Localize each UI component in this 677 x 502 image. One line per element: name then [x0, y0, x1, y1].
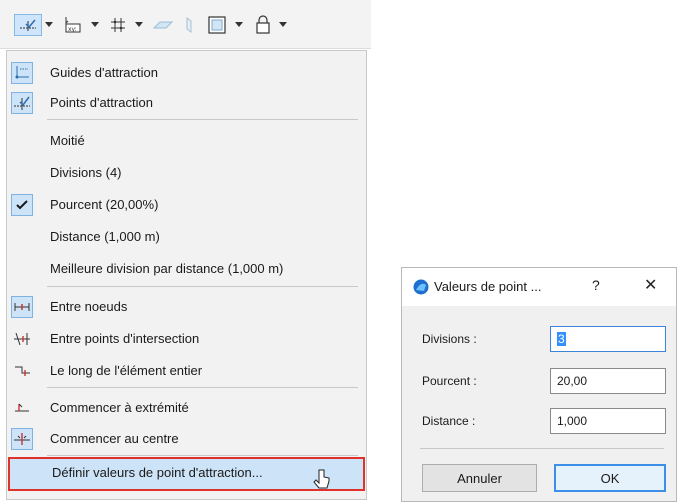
checkmark-icon: [11, 194, 33, 216]
menu-item-label: Commencer à extrémité: [50, 400, 189, 415]
menu-item-label: Entre noeuds: [50, 299, 128, 314]
menu-item-between-nodes[interactable]: Entre noeuds: [8, 291, 365, 323]
menu-item-distance[interactable]: Distance (1,000 m): [8, 221, 365, 253]
menu-separator: [47, 387, 358, 388]
dialog-title: Valeurs de point ...: [434, 279, 542, 294]
snap-values-dialog: Valeurs de point ... ? ✕ Divisions : 3 P…: [401, 267, 677, 502]
menu-item-along-element[interactable]: Le long de l'élément entier: [8, 355, 365, 387]
menu-item-label: Le long de l'élément entier: [50, 363, 203, 378]
dropdown-arrow-icon[interactable]: [277, 14, 289, 36]
snap-points-icon: [11, 92, 33, 114]
dialog-separator: [420, 448, 664, 449]
menu-item-start-center[interactable]: Commencer au centre: [8, 423, 365, 455]
percent-field[interactable]: 20,00: [550, 368, 666, 394]
menu-item-between-intersections[interactable]: Entre points d'intersection: [8, 323, 365, 355]
snap-points-menu: Guides d'attraction Points d'attraction …: [6, 50, 367, 500]
help-button[interactable]: ?: [592, 277, 600, 293]
ok-button[interactable]: OK: [554, 464, 666, 492]
between-nodes-icon: [11, 296, 33, 318]
menu-separator: [47, 286, 358, 287]
cancel-button[interactable]: Annuler: [422, 464, 537, 492]
close-button[interactable]: ✕: [644, 275, 657, 295]
menu-separator: [47, 455, 358, 456]
menu-item-label: Commencer au centre: [50, 431, 179, 446]
dropdown-arrow-icon[interactable]: [233, 14, 245, 36]
edge-icon[interactable]: [181, 14, 197, 36]
app-icon: [413, 279, 429, 295]
menu-item-label: Points d'attraction: [50, 95, 153, 110]
dropdown-arrow-icon[interactable]: [43, 14, 55, 36]
snap-points-icon[interactable]: [14, 14, 42, 36]
menu-item-label: Guides d'attraction: [50, 65, 158, 80]
menu-item-start-end[interactable]: Commencer à extrémité: [8, 392, 365, 424]
menu-item-best-division[interactable]: Meilleure division par distance (1,000 m…: [8, 253, 365, 285]
distance-field[interactable]: 1,000: [550, 408, 666, 434]
along-element-icon: [11, 360, 33, 382]
intersection-icon: [11, 328, 33, 350]
rectangle-icon[interactable]: [205, 14, 229, 36]
mouse-cursor-icon: [313, 469, 330, 489]
menu-item-label: Pourcent (20,00%): [50, 197, 159, 212]
menu-item-label: Définir valeurs de point d'attraction...: [52, 465, 263, 480]
field-value: 20,00: [557, 374, 588, 388]
menu-item-label: Moitié: [50, 133, 85, 148]
menu-item-label: Entre points d'intersection: [50, 331, 200, 346]
divisions-field[interactable]: 3: [550, 326, 666, 352]
menu-item-label: Meilleure division par distance (1,000 m…: [50, 261, 284, 276]
start-end-icon: [11, 397, 33, 419]
menu-separator: [47, 119, 358, 120]
menu-item-percent[interactable]: Pourcent (20,00%): [8, 189, 365, 221]
field-value: 3: [557, 332, 566, 346]
menu-item-half[interactable]: Moitié: [8, 125, 365, 157]
dropdown-arrow-icon[interactable]: [133, 14, 145, 36]
coordinate-input-icon[interactable]: xy:: [60, 14, 86, 36]
field-value: 1,000: [557, 414, 588, 428]
menu-item-define-snap-values[interactable]: Définir valeurs de point d'attraction...: [8, 457, 365, 491]
dialog-titlebar: Valeurs de point ... ? ✕: [402, 268, 676, 306]
surface-icon[interactable]: [150, 14, 176, 36]
divisions-label: Divisions :: [422, 332, 477, 346]
grid-snap-icon[interactable]: [106, 14, 130, 36]
svg-text:xy:: xy:: [68, 26, 77, 33]
menu-item-guides[interactable]: Guides d'attraction: [8, 57, 365, 89]
percent-label: Pourcent :: [422, 374, 477, 388]
start-center-icon: [11, 428, 33, 450]
lock-icon[interactable]: [252, 14, 274, 36]
menu-item-divisions[interactable]: Divisions (4): [8, 157, 365, 189]
menu-item-label: Divisions (4): [50, 165, 122, 180]
distance-label: Distance :: [422, 414, 476, 428]
toolbar: xy:: [0, 0, 371, 49]
menu-item-label: Distance (1,000 m): [50, 229, 160, 244]
menu-item-snap-points[interactable]: Points d'attraction: [8, 87, 365, 119]
dropdown-arrow-icon[interactable]: [89, 14, 101, 36]
guides-icon: [11, 62, 33, 84]
